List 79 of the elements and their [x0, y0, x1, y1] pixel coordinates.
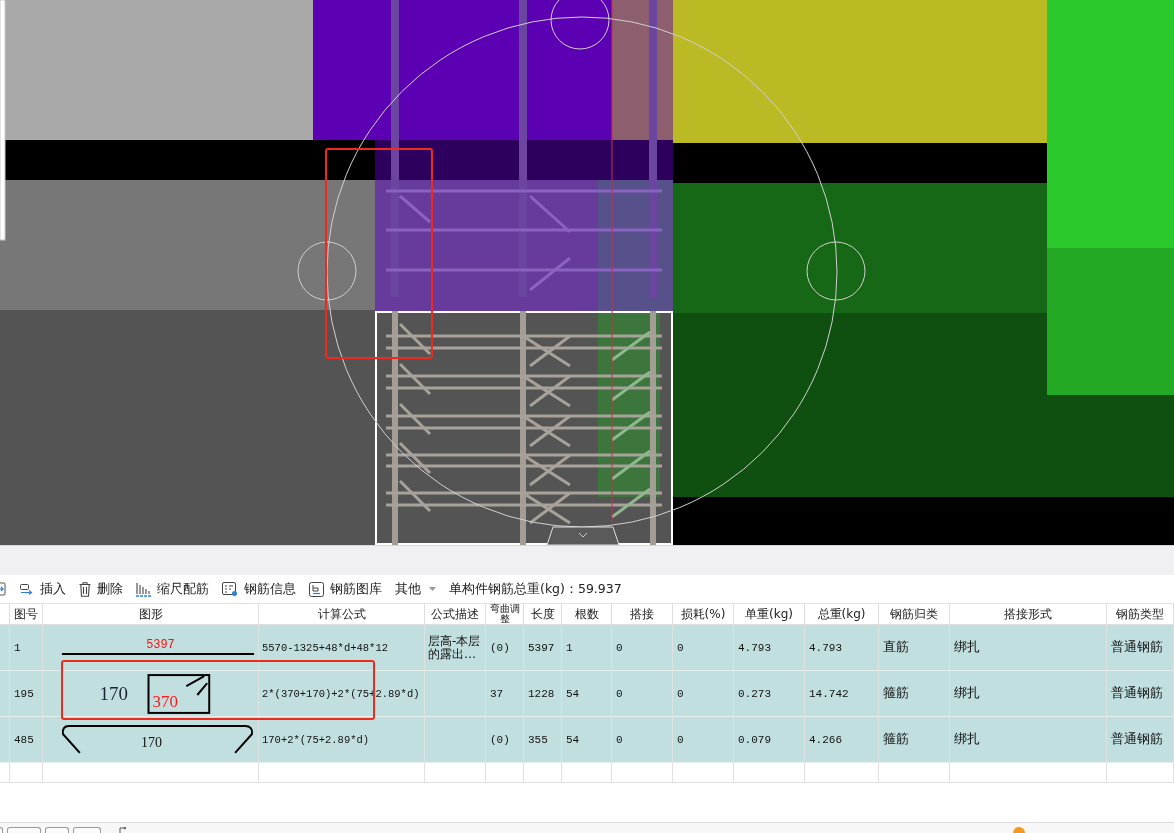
table-cell: (0) [486, 717, 524, 763]
table-cell [612, 763, 673, 783]
tie-bar [611, 449, 651, 481]
list-icon [222, 581, 238, 597]
dimension-label: 5397 [146, 637, 175, 652]
tie-bar [611, 410, 651, 442]
footer-button[interactable] [0, 827, 3, 833]
table-cell: 355 [524, 717, 562, 763]
column-header: 弯曲调整 [486, 604, 524, 625]
trash-icon [79, 581, 91, 597]
table-cell: 箍筋 [879, 717, 950, 763]
tie-bar [611, 487, 651, 519]
column-header: 根数 [562, 604, 612, 625]
tie-bar [398, 362, 432, 396]
table-cell: 普通钢筋 [1107, 717, 1174, 763]
arrow-icon[interactable] [119, 827, 127, 833]
dimension-label: 170 [99, 682, 128, 704]
table-cell [1107, 763, 1174, 783]
table-cell [562, 763, 612, 783]
tie-bar [611, 330, 651, 362]
tie-bar [529, 256, 571, 292]
table-cell [10, 763, 43, 783]
box-icon[interactable] [0, 582, 6, 596]
tie-bar [529, 194, 571, 234]
tie-bar [398, 322, 432, 356]
column-header: 图形 [43, 604, 259, 625]
footer-button[interactable] [73, 827, 101, 833]
picture-frame-icon [309, 581, 324, 597]
column-header: 计算公式 [259, 604, 425, 625]
table-cell: 0 [673, 717, 734, 763]
table-cell [486, 763, 524, 783]
dimension-label: 170 [141, 734, 162, 750]
column-header: 单重(kg) [734, 604, 805, 625]
menu-button[interactable]: 其他 [389, 577, 442, 601]
toolbar-button[interactable]: 钢筋信息 [216, 577, 302, 601]
table-cell: 54 [562, 717, 612, 763]
toolbar-button[interactable]: 缩尺配筋 [130, 577, 215, 601]
table-cell [673, 763, 734, 783]
table-cell: 485 [10, 717, 43, 763]
total-weight-label: 单构件钢筋总重(kg)：59.937 [449, 580, 622, 598]
table-cell: 0.079 [734, 717, 805, 763]
table-cell [425, 763, 486, 783]
tie-bar [398, 479, 432, 513]
column-header: 图号 [10, 604, 43, 625]
column-header: 钢筋归类 [879, 604, 950, 625]
column-header: 钢筋类型 [1107, 604, 1174, 625]
column-header: 长度 [524, 604, 562, 625]
footer-button[interactable] [7, 827, 41, 833]
tie-bar [611, 370, 651, 402]
insert-icon [20, 582, 34, 596]
table-row[interactable]: 485 170 170+2*(75+2.89*d) (0) 355 54 0 0 0.079 4.266 箍筋 绑扎 普通钢筋 [0, 717, 1174, 763]
footer-button[interactable] [45, 827, 69, 833]
stirrup-drawing [147, 673, 211, 714]
table-cell [0, 763, 10, 783]
table-cell: 绑扎 [950, 717, 1107, 763]
dimension-label: 370 [152, 691, 178, 711]
column-header: 搭接形式 [950, 604, 1107, 625]
toolbar-button[interactable]: 钢筋图库 [303, 577, 388, 601]
tie-bar [399, 194, 431, 224]
toolbar-button[interactable]: 插入 [14, 577, 72, 601]
table-cell: 170+2*(75+2.89*d) [259, 717, 425, 763]
table-cell: 0 [612, 717, 673, 763]
table-cell [524, 763, 562, 783]
column-header: 总重(kg) [805, 604, 879, 625]
tie-bar [398, 441, 432, 475]
view-cube[interactable] [546, 526, 620, 545]
column-header: 公式描述 [425, 604, 486, 625]
rotate-handle[interactable] [806, 241, 866, 301]
caret-icon [429, 587, 436, 591]
column-header: 损耗(%) [673, 604, 734, 625]
bars-icon [136, 581, 151, 597]
rotate-handle[interactable] [297, 241, 357, 301]
table-cell [879, 763, 950, 783]
table-cell: 4.266 [805, 717, 879, 763]
toolbar-button[interactable]: 删除 [73, 577, 129, 601]
table-cell [734, 763, 805, 783]
column-header: 搭接 [612, 604, 673, 625]
rotate-handle[interactable] [550, 0, 610, 50]
tie-bar [398, 402, 432, 436]
